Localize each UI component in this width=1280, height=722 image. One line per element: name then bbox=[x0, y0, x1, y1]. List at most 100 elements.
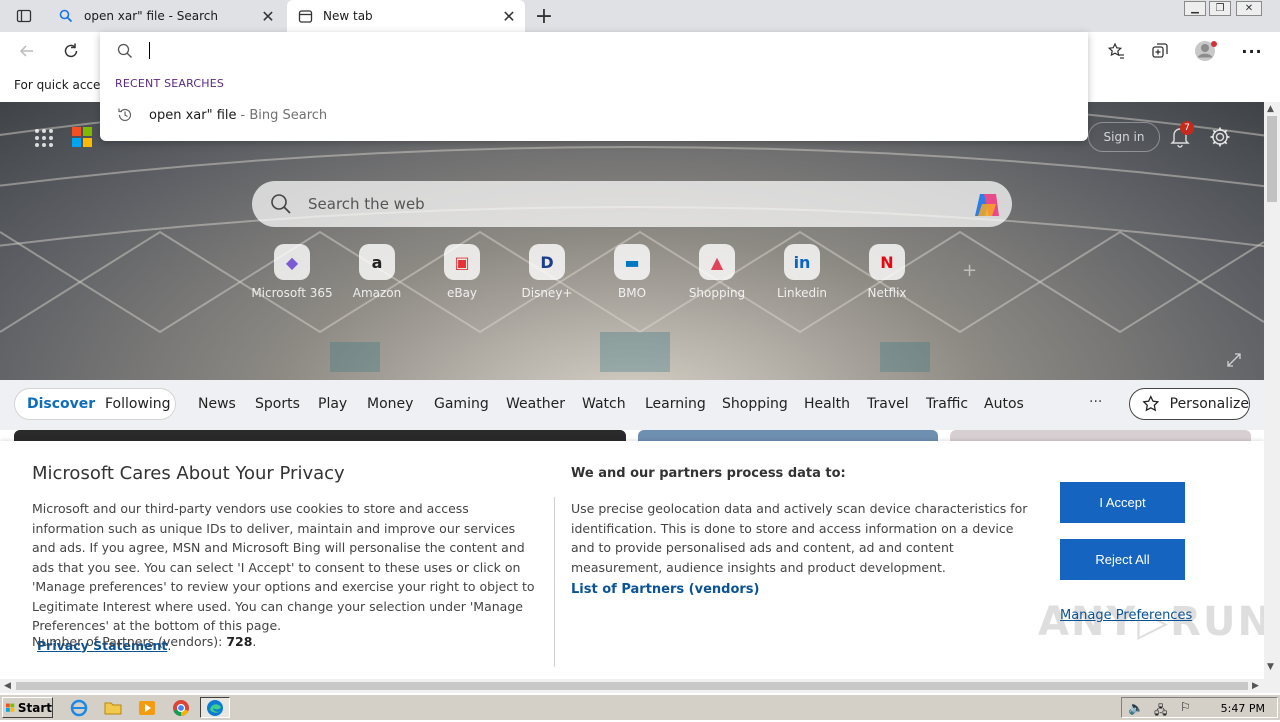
expand-icon[interactable] bbox=[1226, 352, 1242, 368]
vertical-scrollbar[interactable]: ▲ ▼ bbox=[1264, 102, 1280, 679]
scroll-thumb[interactable] bbox=[16, 682, 1248, 690]
reject-all-button[interactable]: Reject All bbox=[1060, 539, 1185, 580]
apps-launcher-icon[interactable] bbox=[34, 128, 54, 148]
quick-link-tile[interactable]: a Amazon bbox=[335, 244, 419, 304]
horizontal-scrollbar[interactable]: ◀ ▶ bbox=[0, 679, 1264, 693]
feed-category-shopping[interactable]: Shopping bbox=[722, 396, 788, 412]
settings-menu-button[interactable]: ··· bbox=[1237, 36, 1267, 66]
scroll-thumb[interactable] bbox=[1267, 116, 1277, 202]
scroll-down-icon[interactable]: ▼ bbox=[1267, 662, 1274, 672]
search-icon bbox=[117, 43, 132, 58]
architecture-pattern bbox=[0, 102, 1264, 372]
plus-icon: + bbox=[534, 3, 554, 29]
more-categories-button[interactable]: ··· bbox=[1089, 394, 1102, 410]
quick-link-tile[interactable]: in Linkedin bbox=[760, 244, 844, 304]
tab-following[interactable]: Following bbox=[105, 396, 171, 412]
minimize-button[interactable]: ▁ bbox=[1184, 1, 1206, 16]
folder-icon[interactable] bbox=[104, 699, 122, 717]
scroll-up-icon[interactable]: ▲ bbox=[1267, 104, 1274, 114]
collections-button[interactable] bbox=[1145, 36, 1175, 66]
feed-category-autos[interactable]: Autos bbox=[984, 396, 1024, 412]
feed-category-sports[interactable]: Sports bbox=[255, 396, 300, 412]
quick-link-tile[interactable]: ▬ BMO bbox=[590, 244, 674, 304]
feed-category-travel[interactable]: Travel bbox=[867, 396, 909, 412]
scroll-right-icon[interactable]: ▶ bbox=[1252, 681, 1259, 691]
partners-number: 728 bbox=[226, 634, 253, 649]
flag-icon[interactable]: ⚐ bbox=[1180, 700, 1191, 714]
tile-icon: ▲ bbox=[699, 244, 735, 280]
add-shortcut-icon[interactable]: + bbox=[962, 260, 977, 281]
sign-in-button[interactable]: Sign in bbox=[1088, 122, 1160, 152]
clock: 5:47 PM bbox=[1220, 702, 1265, 715]
web-search-box[interactable]: Search the web bbox=[252, 181, 1012, 227]
tile-label: Amazon bbox=[352, 286, 402, 300]
search-icon bbox=[58, 8, 74, 24]
feed-category-news[interactable]: News bbox=[198, 396, 236, 412]
personalize-label: Personalize bbox=[1169, 396, 1249, 412]
quick-link-tile[interactable]: ▲ Shopping bbox=[675, 244, 759, 304]
purposes-body: Use precise geolocation data and activel… bbox=[571, 501, 1028, 575]
suggestion-item[interactable]: open xar" file - Bing Search bbox=[100, 102, 1088, 128]
restore-button[interactable]: ❐ bbox=[1209, 1, 1231, 16]
edge-taskbar-button[interactable] bbox=[200, 697, 230, 718]
feed-category-gaming[interactable]: Gaming bbox=[434, 396, 489, 412]
divider bbox=[554, 497, 555, 667]
favorites-bar-hint: For quick access bbox=[14, 78, 113, 92]
tab-actions-button[interactable] bbox=[8, 4, 40, 28]
newtab-icon bbox=[297, 8, 313, 24]
period: . bbox=[252, 634, 257, 649]
quick-link-tile[interactable]: D Disney+ bbox=[505, 244, 589, 304]
tab-title: New tab bbox=[323, 9, 373, 23]
partners-label: Number of Partners (vendors): bbox=[32, 634, 223, 649]
quick-link-tile[interactable]: ▣ eBay bbox=[420, 244, 504, 304]
address-bar-dropdown: RECENT SEARCHES open xar" file - Bing Se… bbox=[100, 32, 1088, 141]
back-button[interactable] bbox=[12, 36, 42, 66]
accept-button[interactable]: I Accept bbox=[1060, 482, 1185, 523]
minimize-icon: ▁ bbox=[1191, 3, 1199, 14]
feed-category-money[interactable]: Money bbox=[367, 396, 413, 412]
feed-category-traffic[interactable]: Traffic bbox=[926, 396, 968, 412]
new-tab-button[interactable]: + bbox=[532, 3, 556, 29]
tile-label: Linkedin bbox=[776, 286, 828, 300]
tab-strip: open xar" file - Search ✕ New tab ✕ + ▁ … bbox=[0, 0, 1280, 32]
close-tab-icon[interactable]: ✕ bbox=[497, 4, 521, 28]
close-window-button[interactable]: ✕ bbox=[1236, 1, 1262, 16]
tile-label: Shopping bbox=[688, 286, 746, 300]
internet-explorer-icon[interactable] bbox=[70, 699, 88, 717]
network-icon[interactable]: 🖧 bbox=[1154, 701, 1167, 722]
quick-link-tile[interactable]: ◆ Microsoft 365 bbox=[250, 244, 334, 304]
background-image: Sign in 7 Search the web ◆ Microsoft 365 a… bbox=[0, 102, 1264, 380]
edge-icon bbox=[207, 700, 223, 716]
start-label: Start bbox=[17, 700, 52, 715]
web-search-placeholder: Search the web bbox=[308, 195, 425, 213]
refresh-button[interactable] bbox=[56, 36, 86, 66]
feed-category-learning[interactable]: Learning bbox=[645, 396, 706, 412]
suggestion-query: open xar" file bbox=[149, 107, 237, 123]
feed-category-health[interactable]: Health bbox=[804, 396, 850, 412]
tab-new-tab[interactable]: New tab ✕ bbox=[287, 0, 525, 32]
tab-search[interactable]: open xar" file - Search ✕ bbox=[48, 0, 284, 32]
feed-category-weather[interactable]: Weather bbox=[506, 396, 565, 412]
tab-discover[interactable]: Discover bbox=[27, 396, 95, 412]
start-button[interactable]: Start bbox=[2, 697, 53, 718]
vendors-list-link[interactable]: List of Partners (vendors) bbox=[571, 582, 759, 597]
favorites-button[interactable] bbox=[1101, 36, 1131, 66]
manage-preferences-link[interactable]: Manage Preferences bbox=[1060, 608, 1192, 623]
volume-icon[interactable]: 🔈 bbox=[1128, 701, 1144, 716]
quick-link-tile[interactable]: N Netflix bbox=[845, 244, 929, 304]
scroll-left-icon[interactable]: ◀ bbox=[4, 681, 11, 691]
copilot-icon[interactable] bbox=[972, 190, 1002, 220]
feed-category-play[interactable]: Play bbox=[318, 396, 347, 412]
chrome-icon[interactable] bbox=[172, 699, 190, 717]
profile-button[interactable] bbox=[1191, 36, 1221, 66]
tile-icon: N bbox=[869, 244, 905, 280]
address-input[interactable] bbox=[149, 42, 150, 59]
personalize-button[interactable]: Personalize bbox=[1129, 388, 1250, 420]
media-player-icon[interactable] bbox=[138, 699, 156, 717]
collections-icon bbox=[1152, 43, 1168, 58]
gear-icon[interactable] bbox=[1209, 126, 1231, 148]
close-tab-icon[interactable]: ✕ bbox=[256, 4, 280, 28]
feed-category-watch[interactable]: Watch bbox=[582, 396, 626, 412]
history-icon bbox=[118, 108, 132, 122]
feed-navigation: Discover Following News Sports Play Money Ga… bbox=[0, 380, 1264, 430]
